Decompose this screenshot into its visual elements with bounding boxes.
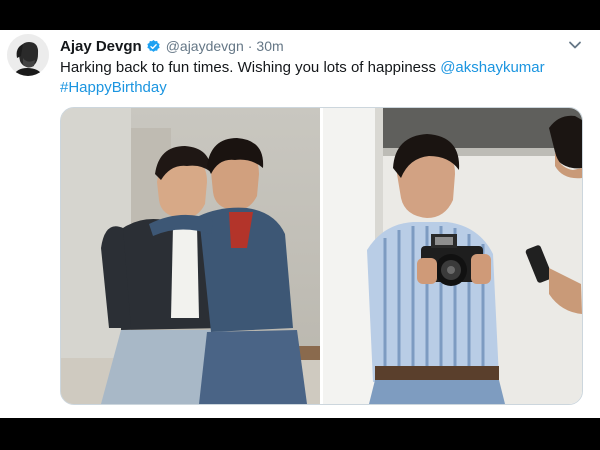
separator-dot: · xyxy=(247,38,253,54)
tweet-media[interactable] xyxy=(60,107,583,405)
tweet-timestamp[interactable]: 30m xyxy=(256,38,283,54)
avatar[interactable] xyxy=(7,34,49,76)
author-name[interactable]: Ajay Devgn xyxy=(60,38,142,55)
right-photo[interactable] xyxy=(323,108,582,404)
mention-link[interactable]: @akshaykumar xyxy=(440,59,544,76)
tweet-header: Ajay Devgn @ajaydevgn · 30m xyxy=(60,36,284,56)
left-photo[interactable] xyxy=(61,108,320,404)
screenshot-frame: Ajay Devgn @ajaydevgn · 30m Harking back… xyxy=(0,0,600,450)
hashtag-link[interactable]: #HappyBirthday xyxy=(60,79,167,96)
tweet-card[interactable]: Ajay Devgn @ajaydevgn · 30m Harking back… xyxy=(0,30,600,418)
author-handle[interactable]: @ajaydevgn xyxy=(166,38,244,54)
tweet-text: Harking back to fun times. Wishing you l… xyxy=(60,58,580,98)
tweet-body: Harking back to fun times. Wishing you l… xyxy=(60,59,441,76)
chevron-down-icon[interactable] xyxy=(568,38,582,52)
verified-badge-icon xyxy=(146,39,161,54)
